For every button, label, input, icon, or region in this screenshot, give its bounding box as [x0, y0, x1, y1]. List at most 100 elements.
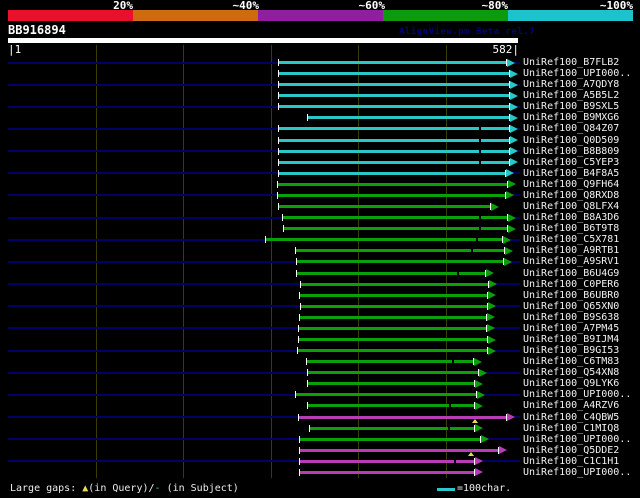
hit-label[interactable]: UniRef100_UPI000.. — [523, 434, 631, 445]
hit-label[interactable]: UniRef100_Q9LYK6 — [523, 378, 619, 389]
hit-label[interactable]: UniRef100_B9IJM4 — [523, 334, 619, 345]
alignment-bar[interactable] — [298, 326, 487, 330]
alignment-bar[interactable] — [307, 382, 475, 386]
hit-label[interactable]: UniRef100_B6UBR0 — [523, 290, 619, 301]
gap-in-subject-mark — [454, 459, 456, 463]
hit-label[interactable]: UniRef100_B4F8A5 — [523, 168, 619, 179]
hit-label[interactable]: UniRef100_B9GI53 — [523, 345, 619, 356]
alignment-arrowhead-icon — [488, 302, 496, 311]
alignment-start-tick — [298, 413, 299, 421]
alignment-arrowhead-icon — [510, 147, 518, 156]
alignment-bar[interactable] — [299, 437, 481, 441]
alignment-arrowhead-icon — [475, 401, 483, 410]
hit-label[interactable]: UniRef100_Q8RXD8 — [523, 190, 619, 201]
hit-label[interactable]: UniRef100_UPI000.. — [523, 389, 631, 400]
hit-label[interactable]: UniRef100_C1C1H1 — [523, 456, 619, 467]
alignment-arrowhead-icon — [475, 457, 483, 466]
hit-label[interactable]: UniRef100_B6U4G9 — [523, 268, 619, 279]
alignment-bar[interactable] — [300, 304, 488, 308]
alignment-start-tick — [297, 347, 298, 355]
hit-label[interactable]: UniRef100_C4QBW5 — [523, 412, 619, 423]
alignment-start-tick — [309, 424, 310, 432]
hit-label[interactable]: UniRef100_A5B5L2 — [523, 90, 619, 101]
alignment-start-tick — [299, 468, 300, 476]
alignment-arrowhead-icon — [510, 158, 518, 167]
hit-label[interactable]: UniRef100_UPI000.. — [523, 68, 631, 79]
alignment-bar[interactable] — [298, 338, 488, 341]
alignment-bar[interactable] — [299, 459, 475, 463]
hit-label[interactable]: UniRef100_A9RTB1 — [523, 245, 619, 256]
alignment-bar[interactable] — [278, 160, 510, 164]
gap-legend: Large gaps: ▲(in Query)/- (in Subject) — [10, 483, 239, 495]
hit-label[interactable]: UniRef100_Q0D509 — [523, 135, 619, 146]
alignment-bar[interactable] — [277, 193, 506, 197]
hit-label[interactable]: UniRef100_B9SXL5 — [523, 101, 619, 112]
alignment-arrowhead-icon — [508, 180, 516, 189]
hit-label[interactable]: UniRef100_Q5DDE2 — [523, 445, 619, 456]
identity-scale-tick-label: ~40% — [232, 0, 260, 12]
hit-label[interactable]: UniRef100_Q8LFX4 — [523, 201, 619, 212]
alignment-arrowhead-icon — [479, 368, 487, 377]
alignment-bar[interactable] — [278, 72, 510, 76]
alignment-arrowhead-icon — [477, 390, 485, 399]
alignment-start-tick — [278, 147, 279, 155]
alignment-bar[interactable] — [300, 282, 489, 286]
alignment-bar[interactable] — [296, 260, 504, 264]
alignment-bar[interactable] — [306, 360, 474, 364]
alignment-bar[interactable] — [278, 94, 510, 98]
alignment-bar[interactable] — [278, 149, 510, 153]
alignment-bar[interactable] — [295, 393, 477, 397]
alignment-arrowhead-icon — [510, 136, 518, 145]
gap-in-subject-mark — [479, 149, 481, 153]
alignment-bar[interactable] — [277, 182, 508, 186]
alignment-start-tick — [277, 191, 278, 199]
alignment-bar[interactable] — [297, 349, 488, 353]
hit-label[interactable]: UniRef100_C5YEP3 — [523, 157, 619, 168]
hit-label[interactable]: UniRef100_Q65XN0 — [523, 301, 619, 312]
alignment-start-tick — [299, 291, 300, 299]
gap-in-subject-mark — [479, 216, 481, 220]
alignment-arrowhead-icon — [503, 235, 511, 244]
query-sequence-bar — [8, 38, 518, 43]
alignment-start-tick — [278, 103, 279, 111]
hit-label[interactable]: UniRef100_Q84Z07 — [523, 123, 619, 134]
hit-label[interactable]: UniRef100_B9S638 — [523, 312, 619, 323]
hit-label[interactable]: UniRef100_B9MXG6 — [523, 112, 619, 123]
identity-scale-tick-label: ~100% — [599, 0, 633, 12]
alignment-bar[interactable] — [282, 216, 508, 220]
alignment-bar[interactable] — [278, 83, 510, 87]
alignment-bar[interactable] — [307, 371, 479, 375]
hit-label[interactable]: UniRef100_B7FLB2 — [523, 57, 619, 68]
hit-label[interactable]: UniRef100_Q54XN8 — [523, 367, 619, 378]
hit-label[interactable]: UniRef100_A7PM45 — [523, 323, 619, 334]
alignment-bar[interactable] — [307, 116, 510, 120]
alignment-start-tick — [298, 324, 299, 332]
alignment-bar[interactable] — [278, 61, 507, 64]
alignment-bar[interactable] — [299, 315, 487, 319]
alignment-bar[interactable] — [265, 238, 503, 242]
hit-label[interactable]: UniRef100_C5X781 — [523, 234, 619, 245]
hit-label[interactable]: UniRef100_C0PER6 — [523, 279, 619, 290]
alignment-arrowhead-icon — [487, 313, 495, 322]
alignment-bar[interactable] — [299, 293, 488, 297]
hit-label[interactable]: UniRef100_A9SRV1 — [523, 256, 619, 267]
alignment-bar[interactable] — [278, 127, 510, 131]
alignment-bar[interactable] — [278, 105, 510, 109]
hit-label[interactable]: UniRef100_B8B809 — [523, 146, 619, 157]
hit-label[interactable]: UniRef100_B6T9T8 — [523, 223, 619, 234]
hit-label[interactable]: UniRef100_A4RZV6 — [523, 400, 619, 411]
alignment-bar[interactable] — [278, 205, 491, 209]
alignment-bar[interactable] — [299, 470, 475, 474]
alignment-arrowhead-icon — [491, 202, 499, 211]
hit-label[interactable]: UniRef100_C1MIQ8 — [523, 423, 619, 434]
alignment-bar[interactable] — [278, 171, 506, 175]
alignment-bar[interactable] — [278, 138, 510, 142]
hit-label[interactable]: UniRef100_Q9FH64 — [523, 179, 619, 190]
hit-label[interactable]: UniRef100_C6TM83 — [523, 356, 619, 367]
hit-label[interactable]: UniRef100_A7QDY8 — [523, 79, 619, 90]
alignment-bar[interactable] — [309, 426, 475, 430]
hit-label[interactable]: UniRef100_UPI000.. — [523, 467, 631, 478]
hit-label[interactable]: UniRef100_B8A3D6 — [523, 212, 619, 223]
alignment-bar[interactable] — [295, 249, 505, 253]
alignment-bar[interactable] — [283, 227, 508, 231]
